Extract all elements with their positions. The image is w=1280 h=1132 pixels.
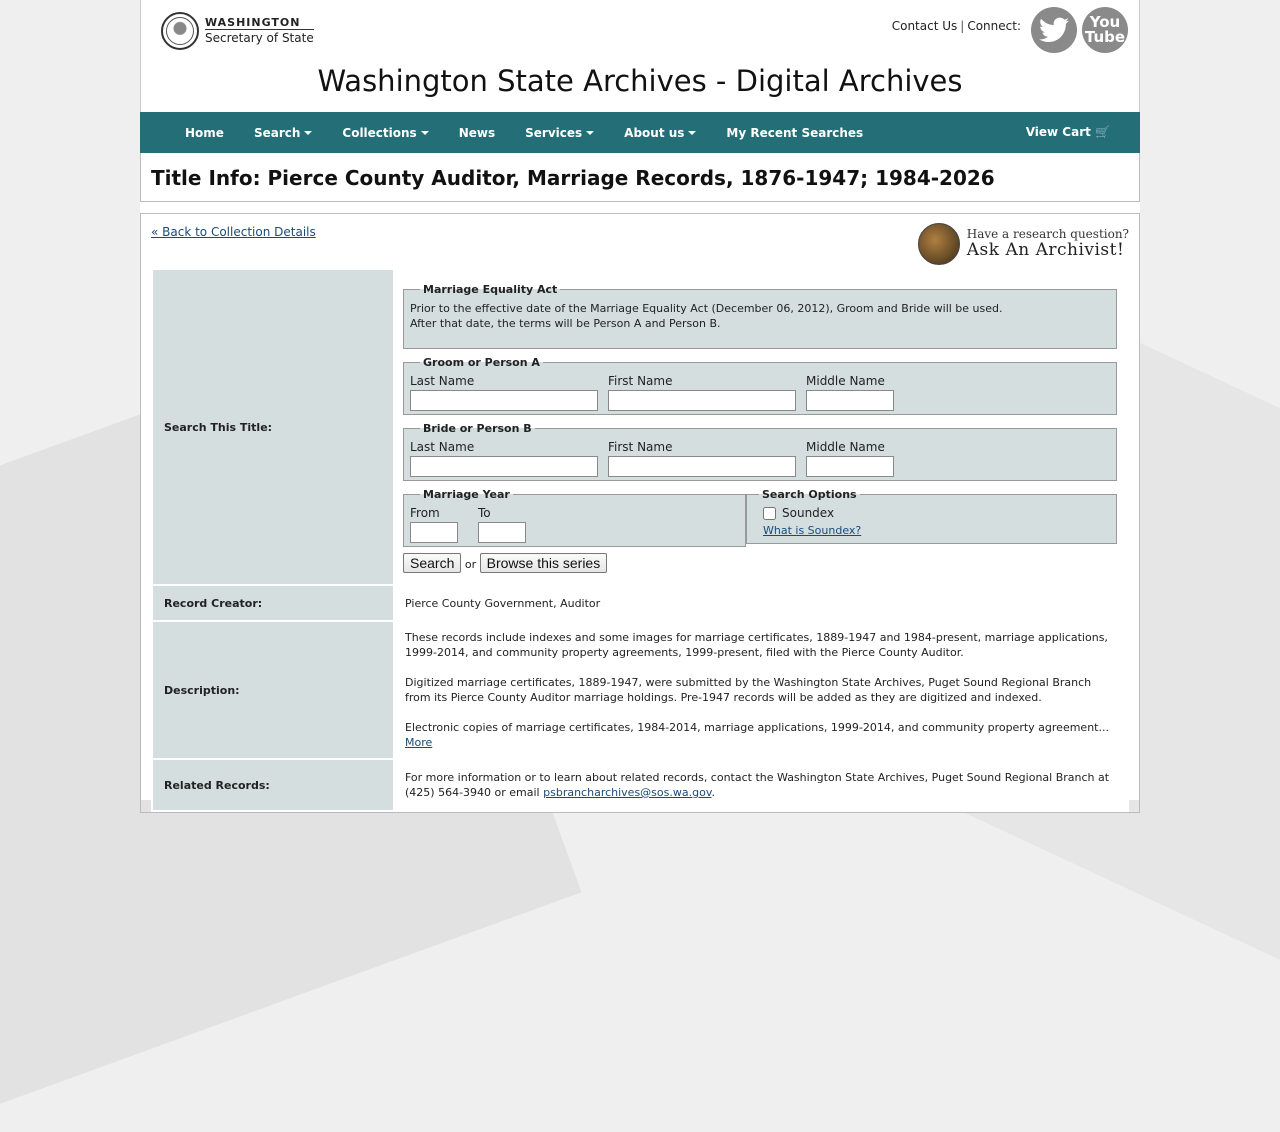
nav-collections[interactable]: Collections	[327, 126, 443, 140]
ask-archivist-banner[interactable]: Have a research question? Ask An Archivi…	[917, 223, 1129, 265]
record-creator-value: Pierce County Government, Auditor	[393, 584, 1129, 622]
nav-news[interactable]: News	[444, 126, 510, 140]
marriage-equality-fieldset: Marriage Equality Act Prior to the effec…	[403, 281, 1117, 349]
caret-down-icon	[420, 131, 429, 135]
record-creator-label: Record Creator:	[151, 584, 395, 622]
soundex-checkbox[interactable]	[763, 506, 776, 520]
related-records-value: For more information or to learn about r…	[393, 758, 1129, 812]
browse-series-button[interactable]: Browse this series	[479, 552, 608, 573]
twitter-icon[interactable]	[1031, 7, 1077, 53]
year-from-input[interactable]	[410, 521, 458, 543]
site-header: WASHINGTON Secretary of State Contact Us…	[140, 0, 1140, 112]
contact-us-link[interactable]: Contact Us	[892, 19, 958, 33]
table-row: Description: These records include index…	[151, 620, 1129, 760]
search-options-fieldset: Search Options Soundex What is Soundex?	[746, 486, 1117, 544]
page-container: WASHINGTON Secretary of State Contact Us…	[140, 0, 1140, 813]
page-title: Title Info: Pierce County Auditor, Marri…	[140, 153, 1140, 202]
nav-services[interactable]: Services	[510, 126, 609, 140]
bride-first-name-input[interactable]	[608, 455, 796, 477]
table-row: Record Creator: Pierce County Government…	[151, 584, 1129, 622]
nav-about-us[interactable]: About us	[609, 126, 711, 140]
equality-text: Prior to the effective date of the Marri…	[410, 301, 1003, 330]
nav-search[interactable]: Search	[239, 126, 327, 140]
caret-down-icon	[688, 131, 697, 135]
content-box: « Back to Collection Details Have a rese…	[140, 213, 1140, 813]
view-cart-link[interactable]: View Cart 🛒	[1026, 125, 1110, 139]
nav-recent-searches[interactable]: My Recent Searches	[711, 126, 878, 140]
related-records-label: Related Records:	[151, 758, 395, 812]
year-to-input[interactable]	[478, 521, 526, 543]
back-to-collection-link[interactable]: « Back to Collection Details	[151, 225, 316, 239]
bride-fieldset: Bride or Person B Last Name First Name M…	[403, 420, 1117, 481]
sos-logo[interactable]: WASHINGTON Secretary of State	[161, 12, 314, 50]
groom-first-name-input[interactable]	[608, 389, 796, 411]
table-row: Related Records: For more information or…	[151, 758, 1129, 812]
description-value: These records include indexes and some i…	[393, 620, 1129, 760]
site-title: Washington State Archives - Digital Arch…	[317, 64, 963, 98]
connect-label: Connect:	[967, 19, 1021, 33]
top-links: Contact Us | Connect:	[891, 19, 1021, 33]
bride-middle-name-input[interactable]	[806, 455, 894, 477]
groom-fieldset: Groom or Person A Last Name First Name M…	[403, 354, 1117, 415]
search-title-label: Search This Title:	[151, 268, 395, 586]
youtube-icon[interactable]: You Tube	[1082, 7, 1128, 53]
soundex-label: Soundex	[782, 505, 835, 520]
table-row: Search This Title: Marriage Equality Act…	[151, 268, 1129, 586]
state-seal-icon	[161, 12, 199, 50]
books-icon	[917, 223, 960, 265]
search-form: Marriage Equality Act Prior to the effec…	[393, 268, 1129, 586]
marriage-year-fieldset: Marriage Year From To	[403, 486, 746, 547]
bride-last-name-input[interactable]	[410, 455, 598, 477]
cart-icon: 🛒	[1095, 125, 1110, 139]
caret-down-icon	[586, 131, 595, 135]
nav-home[interactable]: Home	[170, 126, 239, 140]
title-info-table: Search This Title: Marriage Equality Act…	[151, 268, 1129, 812]
logo-line1: WASHINGTON	[205, 15, 301, 29]
ask-line2: Ask An Archivist!	[966, 240, 1125, 261]
description-more-link[interactable]: More	[405, 736, 432, 749]
logo-line2: Secretary of State	[205, 29, 314, 46]
groom-last-name-input[interactable]	[410, 389, 598, 411]
search-button[interactable]: Search	[403, 552, 462, 573]
main-nav: Home Search Collections News Services Ab…	[140, 112, 1140, 153]
what-is-soundex-link[interactable]: What is Soundex?	[763, 524, 861, 537]
email-link[interactable]: psbrancharchives@sos.wa.gov	[543, 786, 711, 799]
description-label: Description:	[151, 620, 395, 760]
groom-middle-name-input[interactable]	[806, 389, 894, 411]
caret-down-icon	[304, 131, 313, 135]
